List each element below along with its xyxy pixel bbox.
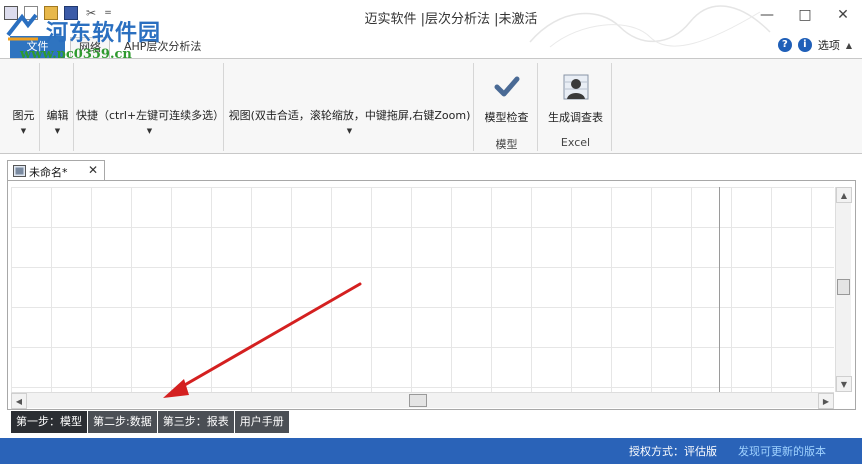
model-canvas-frame: ▲ ▼ ◀ ▶ — [7, 180, 856, 410]
document-tab-strip: 未命名* ✕ — [0, 157, 862, 181]
minimize-button[interactable]: — — [748, 0, 786, 30]
vertical-scroll-thumb[interactable] — [837, 279, 850, 295]
update-available-link[interactable]: 发现可更新的版本 — [738, 443, 826, 459]
scroll-left-icon[interactable]: ◀ — [11, 393, 27, 409]
model-check-label: 模型检查 — [484, 111, 529, 124]
element-dropdown-label: 图元 — [12, 109, 35, 122]
chevron-down-icon: ▼ — [346, 127, 353, 135]
group-edit[interactable]: 编辑 ▼ — [42, 63, 74, 151]
collapse-ribbon-icon[interactable]: ▲ — [846, 41, 852, 50]
chevron-down-icon: ▼ — [20, 127, 27, 135]
step-tab-manual[interactable]: 用户手册 — [234, 411, 290, 433]
status-bar: 授权方式：评估版 发现可更新的版本 — [0, 438, 862, 464]
help-area: ? i 选项 ▲ — [777, 37, 852, 53]
close-tab-icon[interactable]: ✕ — [88, 163, 98, 177]
step-tab-bar: 第一步：模型 第二步:数据 第三步：报表 用户手册 — [11, 411, 290, 433]
scroll-up-icon[interactable]: ▲ — [836, 187, 852, 203]
group-view[interactable]: 视图(双击合适，滚轮缩放，中键拖屏,右键Zoom) ▼ — [226, 63, 474, 151]
chevron-down-icon: ▼ — [146, 127, 153, 135]
options-menu[interactable]: 选项 — [818, 37, 840, 53]
maximize-button[interactable]: □ — [786, 0, 824, 30]
help-icon[interactable]: ? — [777, 38, 792, 52]
vertical-scrollbar[interactable]: ▲ ▼ — [835, 187, 852, 392]
close-button[interactable]: ✕ — [824, 0, 862, 30]
logo-mark-icon — [6, 13, 38, 41]
group-shortcut[interactable]: 快捷（ctrl+左键可连续多选） ▼ — [76, 63, 224, 151]
watermark-name: 河东软件园 — [46, 20, 162, 46]
page-boundary-line — [719, 187, 720, 392]
step-tab-report[interactable]: 第三步：报表 — [157, 411, 235, 433]
group-model: 模型检查 模型 — [476, 63, 538, 151]
shortcut-dropdown-label: 快捷（ctrl+左键可连续多选） — [76, 109, 225, 122]
view-dropdown-label: 视图(双击合适，滚轮缩放，中键拖屏,右键Zoom) — [228, 109, 471, 122]
window-controls: — □ ✕ — [748, 0, 862, 30]
checkmark-icon — [494, 76, 519, 97]
model-canvas[interactable] — [11, 187, 834, 392]
group-element[interactable]: 图元 ▼ — [8, 63, 40, 151]
excel-group-label: Excel — [560, 136, 591, 149]
edit-dropdown-label: 编辑 — [46, 109, 69, 122]
generate-survey-label: 生成调查表 — [548, 111, 603, 124]
step-tab-model[interactable]: 第一步：模型 — [11, 411, 88, 433]
horizontal-scroll-thumb[interactable] — [409, 394, 427, 407]
user-sheet-icon — [563, 74, 588, 100]
scroll-down-icon[interactable]: ▼ — [836, 376, 852, 392]
step-tab-data[interactable]: 第二步:数据 — [88, 411, 158, 433]
document-tab-label: 未命名* — [29, 166, 68, 179]
network-doc-icon — [13, 165, 26, 177]
chevron-down-icon: ▼ — [54, 127, 61, 135]
ribbon: 图元 ▼ 编辑 ▼ 快捷（ctrl+左键可连续多选） ▼ 视图(双击合适，滚轮缩… — [0, 58, 862, 154]
horizontal-scrollbar[interactable]: ◀ ▶ — [11, 392, 834, 409]
group-excel: 生成调查表 Excel — [540, 63, 612, 151]
document-tab[interactable]: 未命名* ✕ — [7, 160, 105, 181]
info-icon[interactable]: i — [797, 38, 812, 52]
scroll-right-icon[interactable]: ▶ — [818, 393, 834, 409]
license-status: 授权方式：评估版 — [629, 445, 717, 458]
model-group-label: 模型 — [495, 138, 518, 151]
